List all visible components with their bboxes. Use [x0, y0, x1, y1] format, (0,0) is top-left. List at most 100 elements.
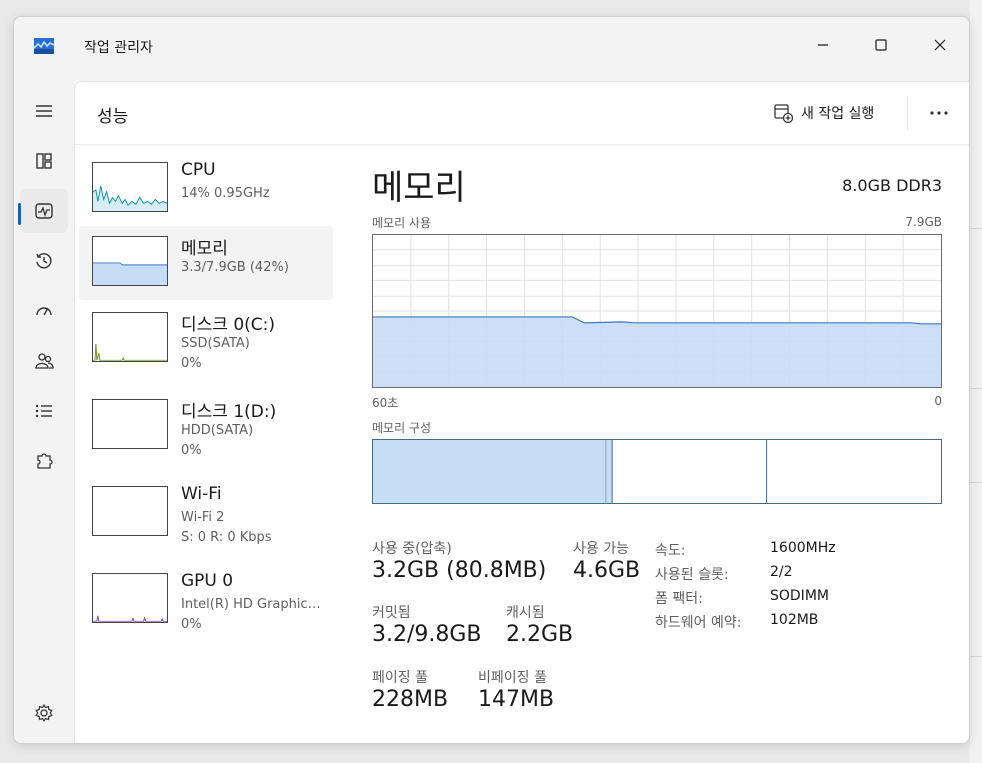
wifi-thumbnail-graph	[92, 486, 168, 536]
resource-name: GPU 0	[181, 571, 234, 591]
cpu-thumbnail-graph	[92, 162, 168, 212]
maximize-icon	[875, 39, 887, 51]
nav-item-performance[interactable]	[20, 189, 68, 233]
disk1-thumbnail-graph	[92, 399, 168, 449]
nav-item-users[interactable]	[20, 339, 68, 383]
memory-detail-panel: 메모리 8.0GB DDR3 메모리 사용 7.9GB 60초 0 메모리 구성…	[372, 160, 942, 740]
nav-active-indicator	[18, 203, 21, 225]
nav-item-app-history[interactable]	[20, 239, 68, 283]
resource-item-cpu[interactable]: CPU 14% 0.95GHz	[79, 152, 333, 226]
speedometer-icon	[36, 307, 52, 316]
paged-pool-value: 228MB	[372, 687, 449, 712]
nav-item-details[interactable]	[20, 389, 68, 433]
memory-usage-graph	[372, 234, 942, 388]
resource-item-disk-0[interactable]: 디스크 0(C:) SSD(SATA) 0%	[79, 302, 333, 376]
memory-spec: 8.0GB DDR3	[842, 176, 942, 195]
menu-icon	[36, 105, 52, 117]
usage-graph-label: 메모리 사용	[372, 216, 432, 230]
composition-graph-label: 메모리 구성	[372, 421, 432, 435]
desktop-line	[970, 388, 982, 389]
resource-usage: 0%	[181, 443, 202, 458]
committed-label: 커밋됨	[372, 605, 411, 621]
resource-name: CPU	[181, 160, 216, 180]
maximize-button[interactable]	[861, 27, 901, 63]
resource-item-disk-1[interactable]: 디스크 1(D:) HDD(SATA) 0%	[79, 389, 333, 463]
list-icon	[35, 404, 52, 418]
task-manager-app-icon	[34, 38, 54, 54]
resource-item-memory[interactable]: 메모리 3.3/7.9GB (42%)	[79, 226, 333, 300]
new-task-icon	[774, 104, 793, 123]
form-factor-key: 폼 팩터:	[655, 591, 703, 607]
resource-usage: 14% 0.95GHz	[181, 186, 270, 201]
page-title: 성능	[97, 107, 129, 127]
resource-name: 디스크 0(C:)	[181, 315, 276, 335]
more-options-button[interactable]	[923, 98, 955, 128]
resource-usage: 0%	[181, 356, 202, 371]
memory-thumbnail-graph	[92, 236, 168, 286]
nonpaged-pool-value: 147MB	[478, 687, 555, 712]
form-factor-value: SODIMM	[770, 588, 829, 604]
committed-value: 3.2/9.8GB	[372, 622, 482, 647]
cached-label: 캐시됨	[506, 605, 545, 621]
paged-pool-label: 페이징 풀	[372, 670, 428, 686]
in-use-label: 사용 중(압축)	[372, 541, 452, 557]
graph-time-end: 0	[934, 394, 942, 408]
window-title: 작업 관리자	[84, 40, 153, 56]
slots-used-key: 사용된 슬롯:	[655, 567, 729, 583]
resource-usage: S: 0 R: 0 Kbps	[181, 530, 272, 545]
users-icon	[35, 353, 54, 369]
slots-used-value: 2/2	[770, 564, 793, 580]
resource-item-wifi[interactable]: Wi-Fi Wi-Fi 2 S: 0 R: 0 Kbps	[79, 476, 333, 550]
desktop-line	[970, 656, 982, 657]
in-use-value: 3.2GB (80.8MB)	[372, 558, 547, 583]
composition-modified	[606, 440, 613, 503]
more-icon	[930, 111, 948, 115]
run-new-task-button[interactable]: 새 작업 실행	[773, 100, 874, 126]
toolbar-separator	[907, 96, 908, 130]
nav-item-processes[interactable]	[20, 139, 68, 183]
resource-name: 메모리	[181, 239, 228, 259]
hardware-reserved-key: 하드웨어 예약:	[655, 615, 742, 631]
run-new-task-label: 새 작업 실행	[801, 106, 875, 122]
desktop-line	[970, 228, 982, 229]
header-divider	[75, 144, 969, 145]
composition-in-use	[373, 440, 607, 503]
available-label: 사용 가능	[573, 541, 629, 557]
hardware-reserved-value: 102MB	[770, 612, 819, 628]
desktop-background	[970, 0, 982, 763]
nav-item-startup-apps[interactable]	[20, 289, 68, 333]
resource-usage: 0%	[181, 617, 202, 632]
nav-menu-button[interactable]	[20, 89, 68, 133]
resource-item-gpu-0[interactable]: GPU 0 Intel(R) HD Graphic… 0%	[79, 563, 333, 637]
performance-page: 성능 새 작업 실행 CPU 14% 0.95GHz 메모리 3.3/7.9GB…	[74, 81, 969, 743]
nav-item-settings[interactable]	[20, 691, 68, 735]
available-value: 4.6GB	[573, 558, 641, 583]
resource-type: Intel(R) HD Graphic…	[181, 597, 321, 612]
resource-type: SSD(SATA)	[181, 336, 250, 351]
puzzle-icon	[37, 453, 53, 469]
memory-composition-graph	[372, 439, 942, 504]
nonpaged-pool-label: 비페이징 풀	[478, 670, 547, 686]
title-bar[interactable]: 작업 관리자	[14, 17, 969, 81]
performance-icon	[35, 203, 53, 219]
gpu-thumbnail-graph	[92, 573, 168, 623]
cached-value: 2.2GB	[506, 622, 574, 647]
nav-item-services[interactable]	[20, 439, 68, 483]
desktop-line	[970, 482, 982, 483]
navigation-rail	[14, 81, 74, 743]
resource-type: HDD(SATA)	[181, 423, 254, 438]
detail-title: 메모리	[372, 168, 466, 208]
resource-name: Wi-Fi	[181, 484, 222, 504]
usage-graph-max: 7.9GB	[905, 215, 942, 229]
close-button[interactable]	[920, 27, 960, 63]
history-icon	[36, 253, 52, 269]
resource-name: 디스크 1(D:)	[181, 402, 277, 422]
task-manager-window: 작업 관리자 성능 새 작업 실행 CPU 14% 0.95GHz 메모리 3.…	[13, 16, 970, 744]
minimize-icon	[818, 44, 828, 46]
close-icon	[934, 39, 946, 51]
minimize-button[interactable]	[803, 27, 843, 63]
processes-icon	[36, 153, 52, 169]
resource-usage: 3.3/7.9GB (42%)	[181, 260, 289, 275]
gear-icon	[35, 703, 53, 723]
speed-key: 속도:	[655, 543, 686, 559]
